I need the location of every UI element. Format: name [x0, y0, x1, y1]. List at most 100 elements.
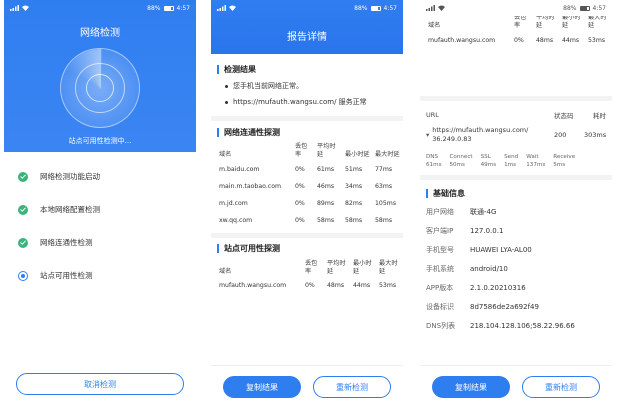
info-value: android/10 — [470, 264, 508, 273]
page-title: 网络检测 — [80, 27, 120, 39]
url-status: 200 — [554, 131, 567, 140]
column-header: 域名 — [219, 267, 232, 275]
checking-status-text: 站点可用性检测中... — [68, 137, 132, 145]
cancel-check-button[interactable]: 取消检测 — [16, 373, 184, 395]
info-row: 客户端IP 127.0.0.1 — [420, 221, 612, 240]
cell: 0% — [295, 199, 305, 207]
bottom-action-bar: 复制结果 重新检测 — [420, 365, 612, 405]
timing-value: 137ms — [526, 161, 546, 168]
cell: 105ms — [375, 199, 397, 207]
column-header: 最小时延 — [345, 151, 370, 159]
header: 88% 4:57 报告详情 — [211, 0, 403, 54]
timing-name: SSL — [480, 154, 491, 161]
column-header: 状态码 — [554, 112, 574, 120]
wifi-icon — [438, 5, 445, 11]
cell: 48ms — [327, 282, 345, 290]
basic-info-section: 基础信息 用户网络 联通-4G 客户端IP 127.0.0.1 手机型号 HUAWEI… — [420, 180, 612, 335]
bottom-action-bar: 复制结果 重新检测 — [211, 365, 403, 405]
cell: 44ms — [353, 282, 371, 290]
step-label: 本地网络配置检测 — [40, 205, 100, 214]
timing-value: 61ms — [426, 161, 442, 168]
info-value: 2.1.0.20210316 — [470, 283, 526, 292]
info-row: APP版本 2.1.0.20210316 — [420, 278, 612, 297]
battery-text: 88% — [563, 4, 577, 12]
cell: 0% — [295, 182, 305, 190]
retest-button[interactable]: 重新检测 — [522, 376, 600, 398]
clock: 4:57 — [383, 4, 397, 12]
cell: 0% — [295, 165, 305, 173]
info-key: DNS列表 — [426, 321, 456, 330]
cell: m.jd.com — [219, 199, 248, 207]
info-key: 设备标识 — [426, 302, 454, 311]
cell: mufauth.wangsu.com — [428, 36, 496, 44]
timing-name: Send — [504, 154, 519, 161]
cell: 0% — [295, 216, 305, 224]
cell: 82ms — [345, 199, 363, 207]
timing-breakdown: DNS 61ms Connect 50ms SSL 49ms Send 1ms Wait… — [420, 154, 612, 169]
connectivity-table: 域名 丢包率 平均时延 最小时延 最大时延 m.baidu.com 0% 61m… — [211, 141, 403, 229]
battery-icon — [370, 5, 381, 11]
timing-name: DNS — [426, 154, 439, 161]
copy-result-button[interactable]: 复制结果 — [432, 376, 510, 398]
battery-text: 88% — [147, 4, 161, 12]
timing-value: 50ms — [449, 161, 465, 168]
table-row: main.m.taobao.com 0% 46ms 34ms 63ms — [211, 178, 403, 195]
result-item: 您手机当前网络正常。 — [211, 78, 403, 94]
url-section: URL 状态码 耗时 ▾ https://mufauth.wangsu.com/… — [420, 108, 612, 169]
url-row[interactable]: ▾ https://mufauth.wangsu.com/ 36.249.0.8… — [420, 122, 612, 148]
site-availability-table: 域名 丢包率 平均时延 最小时延 最大时延 mufauth.wangsu.com… — [420, 16, 612, 49]
url-time: 303ms — [584, 131, 607, 140]
check-icon — [18, 237, 28, 248]
column-header: 域名 — [219, 151, 232, 159]
section-title: 网络连通性探测 — [211, 123, 403, 141]
timing-value: 1ms — [504, 161, 517, 168]
info-key: 手机型号 — [426, 245, 454, 254]
info-key: 用户网络 — [426, 207, 454, 216]
cell: 0% — [305, 282, 315, 290]
radar-icon — [60, 48, 141, 129]
cell: 34ms — [345, 182, 363, 190]
retest-button[interactable]: 重新检测 — [313, 376, 391, 398]
step-item: 站点可用性检测 — [10, 259, 190, 292]
info-row: 用户网络 联通-4G — [420, 202, 612, 221]
check-steps-list: 网络检测功能启动 本地网络配置检测 网络连通性检测 站点可用性检测 — [10, 160, 190, 292]
wifi-icon — [229, 5, 236, 11]
column-header: 平均时延 — [327, 259, 346, 275]
battery-icon — [163, 5, 174, 11]
cell: 0% — [514, 36, 524, 44]
clock: 4:57 — [592, 4, 606, 12]
screen-report-detail: 88% 4:57 报告详情 检测结果 您手机当前网络正常。 https://mu… — [211, 0, 403, 405]
column-header: 丢包率 — [305, 259, 318, 275]
section-title: 基础信息 — [420, 184, 612, 202]
status-bar: 88% 4:57 — [420, 0, 612, 16]
step-item: 网络检测功能启动 — [10, 160, 190, 193]
info-value: HUAWEI LYA-AL00 — [470, 245, 532, 254]
copy-result-button[interactable]: 复制结果 — [223, 376, 301, 398]
section-title: 站点可用性探测 — [211, 240, 403, 258]
step-item: 网络连通性检测 — [10, 226, 190, 259]
cell: mufauth.wangsu.com — [219, 282, 287, 290]
column-header: URL — [426, 111, 439, 119]
cell: 51ms — [345, 165, 363, 173]
cell: 89ms — [317, 199, 335, 207]
column-header: 丢包率 — [514, 16, 527, 29]
step-item: 本地网络配置检测 — [10, 193, 190, 226]
column-header: 最小时延 — [353, 259, 372, 275]
cell: 61ms — [317, 165, 335, 173]
wifi-icon — [22, 5, 29, 11]
section-title: 检测结果 — [211, 60, 403, 78]
collapse-arrow-icon[interactable]: ▾ — [426, 131, 429, 139]
timing-value: 49ms — [480, 161, 497, 168]
signal-icon — [426, 5, 435, 11]
timing-name: Receive — [553, 154, 576, 161]
timing-name: Wait — [526, 154, 539, 161]
table-row: xw.qq.com 0% 58ms 58ms 58ms — [211, 212, 403, 229]
site-availability-table: 域名 丢包率 平均时延 最小时延 最大时延 mufauth.wangsu.com… — [211, 258, 403, 295]
status-bar: 88% 4:57 — [211, 0, 403, 16]
step-label: 网络检测功能启动 — [40, 172, 100, 181]
cell: 58ms — [345, 216, 363, 224]
report-content: 检测结果 您手机当前网络正常。 https://mufauth.wangsu.c… — [211, 54, 403, 294]
check-icon — [18, 204, 28, 215]
clock: 4:57 — [176, 4, 190, 12]
cell: xw.qq.com — [219, 216, 253, 224]
